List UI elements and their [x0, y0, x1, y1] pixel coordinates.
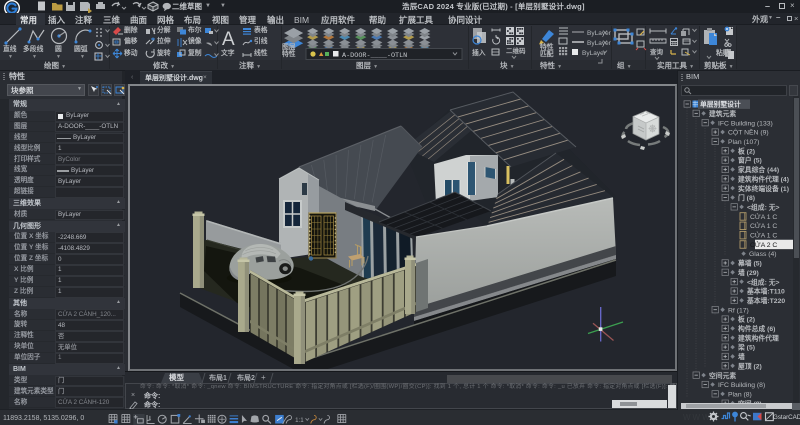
svg-text:Glass (4): Glass (4): [749, 251, 777, 258]
svg-text:布局1: 布局1: [209, 373, 227, 382]
svg-text:构件总成 (6): 构件总成 (6): [738, 324, 775, 333]
svg-text:基本墙:T220: 基本墙:T220: [746, 296, 785, 305]
svg-text:实体终端设备 (1): 实体终端设备 (1): [738, 184, 789, 193]
svg-text:墙 (29): 墙 (29): [738, 268, 759, 277]
svg-text:建筑元素: 建筑元素: [708, 109, 736, 118]
svg-text:单层别墅设计: 单层别墅设计: [700, 100, 741, 109]
svg-text:WWW: WWW: [683, 413, 712, 422]
svg-text:窗户 (5): 窗户 (5): [738, 156, 762, 165]
svg-text:IFC Building (133): IFC Building (133): [718, 120, 773, 127]
svg-text:CỘT NỀN (9): CỘT NỀN (9): [728, 127, 769, 137]
svg-text:Plan (107): Plan (107): [728, 139, 759, 146]
svg-text:ByLayer: ByLayer: [587, 40, 612, 47]
svg-text:建筑构件代理 (4): 建筑构件代理 (4): [737, 174, 789, 183]
svg-text:建筑构件代理: 建筑构件代理: [737, 333, 779, 342]
svg-text:家具综合 (44): 家具综合 (44): [738, 165, 779, 174]
svg-text:Rf (17): Rf (17): [728, 307, 749, 314]
svg-text:空间元素: 空间元素: [709, 371, 736, 380]
svg-text:幕墙 (5): 幕墙 (5): [737, 259, 762, 268]
svg-text:<组成: 无>: <组成: 无>: [747, 277, 780, 286]
svg-text:基本墙:T110: 基本墙:T110: [746, 287, 785, 296]
svg-text:A: A: [222, 29, 235, 50]
svg-text:梁 (5): 梁 (5): [737, 343, 755, 352]
svg-text:CỬA 2 C: CỬA 2 C: [750, 240, 777, 249]
svg-text:布局2: 布局2: [237, 373, 255, 382]
svg-text:+: +: [261, 373, 266, 382]
svg-text:IFC Building (8): IFC Building (8): [718, 382, 765, 389]
svg-text:二维码: 二维码: [506, 46, 526, 55]
svg-text:板 (2): 板 (2): [738, 315, 755, 324]
svg-text:模型: 模型: [169, 372, 184, 382]
svg-text:1:1: 1:1: [295, 417, 304, 424]
svg-text:CỬA 1 C: CỬA 1 C: [750, 231, 777, 240]
svg-text:CỬA 1 C: CỬA 1 C: [750, 212, 777, 221]
svg-text:A-DOOR-____-OTLN: A-DOOR-____-OTLN: [342, 52, 407, 60]
svg-text:Plan (8): Plan (8): [728, 391, 752, 398]
svg-text:<组成: 无>: <组成: 无>: [747, 202, 780, 211]
svg-text:墙: 墙: [738, 352, 745, 361]
svg-text:板 (2): 板 (2): [738, 146, 755, 155]
svg-text:ByLayer: ByLayer: [587, 30, 612, 37]
svg-text:门 (8): 门 (8): [738, 193, 755, 202]
svg-text:屋顶 (2): 屋顶 (2): [738, 361, 762, 370]
svg-text:CỬA 1 C: CỬA 1 C: [750, 221, 777, 230]
svg-text:查询: 查询: [650, 47, 664, 56]
